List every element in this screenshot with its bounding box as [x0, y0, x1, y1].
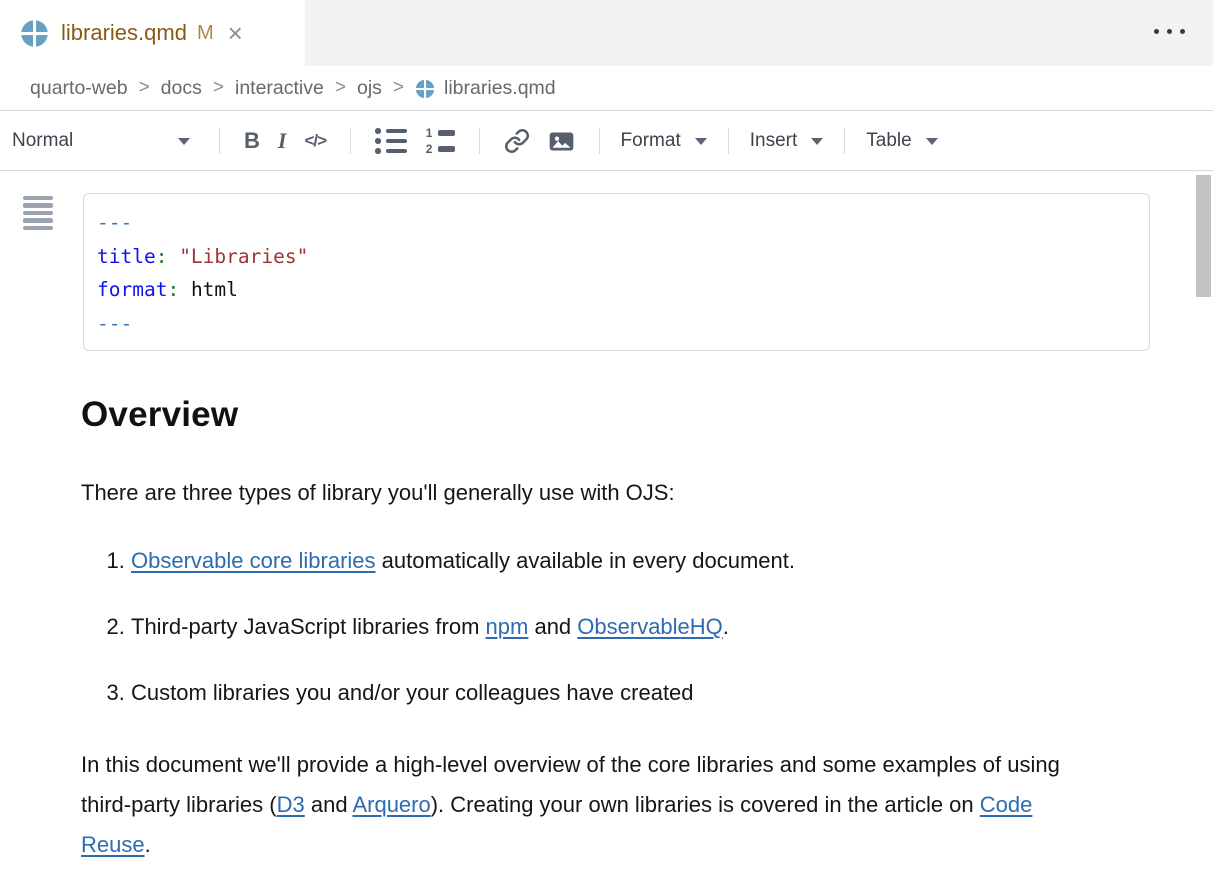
library-list: Observable core libraries automatically … [81, 547, 1151, 707]
tab-filename: libraries.qmd [61, 20, 187, 46]
toolbar-divider [844, 128, 845, 154]
more-actions-icon[interactable] [1154, 29, 1185, 34]
breadcrumb-item-ojs[interactable]: ojs [357, 77, 382, 100]
chevron-right-icon: > [213, 77, 224, 99]
editor-content: ---title: "Libraries"format: html--- Ove… [0, 171, 1213, 889]
toolbar-divider [599, 128, 600, 154]
tab-libraries-qmd[interactable]: libraries.qmd M × [0, 0, 305, 66]
block-drag-handle-icon[interactable] [23, 196, 53, 230]
quarto-icon [415, 79, 435, 99]
closing-paragraph: In this document we'll provide a high-le… [81, 745, 1093, 865]
chevron-down-icon [178, 138, 190, 145]
paragraph-style-select[interactable]: Normal [12, 130, 190, 152]
breadcrumb-item-file[interactable]: libraries.qmd [444, 77, 556, 100]
insert-menu[interactable]: Insert [750, 130, 824, 152]
doc-link[interactable]: Arquero [352, 792, 430, 817]
doc-link[interactable]: D3 [277, 792, 305, 817]
breadcrumb-item-interactive[interactable]: interactive [235, 77, 324, 100]
format-toolbar: Normal B I </> 1 2 Format [0, 112, 1213, 171]
paragraph-style-value: Normal [12, 130, 73, 152]
image-icon [548, 128, 575, 155]
toolbar-divider [728, 128, 729, 154]
doc-link[interactable]: npm [486, 614, 529, 639]
vertical-scrollbar-thumb[interactable] [1196, 175, 1211, 297]
close-icon[interactable]: × [228, 20, 243, 46]
italic-button[interactable]: I [278, 128, 287, 154]
list-item: Observable core libraries automatically … [131, 547, 1151, 575]
chevron-right-icon: > [139, 77, 150, 99]
bullet-list-button[interactable] [375, 128, 407, 154]
document-body: Overview There are three types of librar… [81, 395, 1151, 865]
table-menu[interactable]: Table [866, 130, 937, 152]
format-menu[interactable]: Format [621, 130, 707, 152]
chevron-right-icon: > [393, 77, 404, 99]
bullet-list-icon [375, 128, 407, 154]
tab-strip: libraries.qmd M × [0, 0, 1213, 66]
doc-link[interactable]: ObservableHQ [577, 614, 723, 639]
list-item: Custom libraries you and/or your colleag… [131, 679, 1151, 707]
chevron-down-icon [695, 138, 707, 145]
chevron-right-icon: > [335, 77, 346, 99]
link-button[interactable] [504, 128, 530, 154]
yaml-front-matter-block[interactable]: ---title: "Libraries"format: html--- [83, 193, 1150, 351]
breadcrumb: quarto-web > docs > interactive > ojs > … [0, 66, 1213, 111]
breadcrumb-item-quarto-web[interactable]: quarto-web [30, 77, 128, 100]
quarto-icon [20, 19, 49, 48]
page-title: Overview [81, 395, 1151, 435]
code-button[interactable]: </> [304, 131, 326, 151]
toolbar-divider [350, 128, 351, 154]
numbered-list-button[interactable]: 1 2 [425, 127, 455, 155]
toolbar-divider [219, 128, 220, 154]
link-icon [504, 128, 530, 154]
numbered-list-icon: 1 2 [425, 127, 455, 155]
breadcrumb-item-docs[interactable]: docs [161, 77, 202, 100]
chevron-down-icon [811, 138, 823, 145]
chevron-down-icon [926, 138, 938, 145]
doc-link[interactable]: Observable core libraries [131, 548, 376, 573]
modified-badge: M [197, 22, 214, 45]
image-button[interactable] [548, 128, 575, 155]
list-item: Third-party JavaScript libraries from np… [131, 613, 1151, 641]
toolbar-divider [479, 128, 480, 154]
intro-paragraph: There are three types of library you'll … [81, 479, 1151, 507]
bold-button[interactable]: B [244, 128, 260, 154]
